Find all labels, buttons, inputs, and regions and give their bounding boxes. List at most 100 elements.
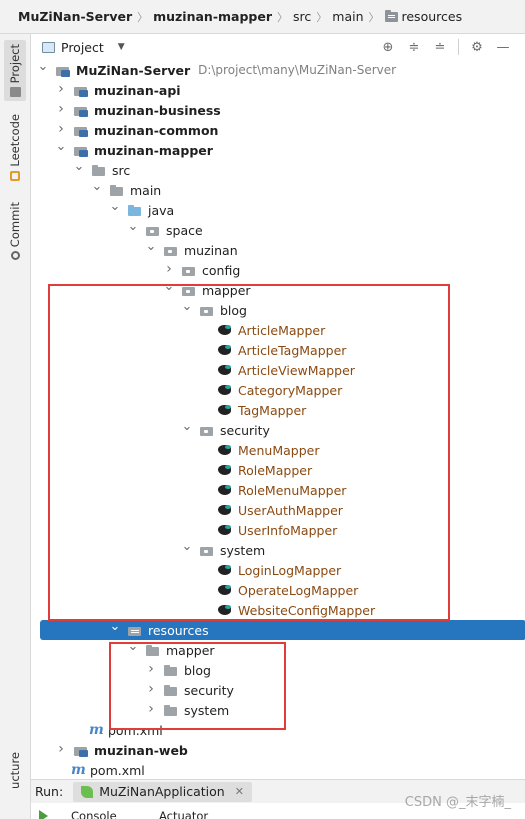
tree-node-space[interactable]: space xyxy=(31,220,525,240)
tree-node-label: blog xyxy=(184,662,211,678)
chevron-right-icon[interactable] xyxy=(55,122,67,138)
expand-all-icon[interactable]: ≑ xyxy=(406,39,422,55)
breadcrumb-item-src[interactable]: src xyxy=(293,9,311,24)
tree-node-api[interactable]: muzinan-api xyxy=(31,80,525,100)
resources-folder-icon xyxy=(384,9,398,22)
tab-actuator[interactable]: Actuator xyxy=(159,809,208,819)
tree-node-label: OperateLogMapper xyxy=(238,582,359,598)
tree-file-pom[interactable]: m pom.xml xyxy=(31,720,525,740)
chevron-down-icon[interactable] xyxy=(181,543,193,558)
tree-file-mapper[interactable]: ArticleTagMapper xyxy=(31,340,525,360)
chevron-down-icon[interactable] xyxy=(37,63,49,78)
tree-node-web[interactable]: muzinan-web xyxy=(31,740,525,760)
tree-node-system[interactable]: system xyxy=(31,540,525,560)
breadcrumb-item-project[interactable]: MuZiNan-Server xyxy=(18,9,132,24)
chevron-down-icon[interactable] xyxy=(181,423,193,438)
tree-file-mapper[interactable]: LoginLogMapper xyxy=(31,560,525,580)
tree-node-security[interactable]: security xyxy=(31,420,525,440)
chevron-right-icon[interactable] xyxy=(163,262,175,278)
tree-file-mapper[interactable]: UserAuthMapper xyxy=(31,500,525,520)
chevron-right-icon[interactable] xyxy=(145,662,157,678)
chevron-right-icon[interactable] xyxy=(55,102,67,118)
tree-file-mapper[interactable]: ArticleViewMapper xyxy=(31,360,525,380)
chevron-down-icon[interactable] xyxy=(73,163,85,178)
tool-tab-commit[interactable]: Commit xyxy=(4,202,26,261)
tree-node-label: main xyxy=(130,182,162,198)
module-icon xyxy=(73,84,89,97)
tree-node-label: space xyxy=(166,222,203,238)
package-icon xyxy=(199,304,215,316)
tree-file-mapper[interactable]: OperateLogMapper xyxy=(31,580,525,600)
chevron-down-icon[interactable] xyxy=(145,243,157,258)
mybatis-mapper-icon xyxy=(217,483,233,497)
chevron-down-icon[interactable] xyxy=(55,143,67,158)
collapse-all-icon[interactable]: ≐ xyxy=(432,39,448,55)
tool-tab-leetcode[interactable]: Leetcode xyxy=(4,114,26,181)
tree-node-res-blog[interactable]: blog xyxy=(31,660,525,680)
tree-node-blog[interactable]: blog xyxy=(31,300,525,320)
breadcrumb: MuZiNan-Server 〉 muzinan-mapper 〉 src 〉 … xyxy=(0,0,525,34)
watermark: CSDN @_末字楠_ xyxy=(404,795,511,810)
tree-file-mapper[interactable]: MenuMapper xyxy=(31,440,525,460)
tree-node-muzinan[interactable]: muzinan xyxy=(31,240,525,260)
target-icon[interactable]: ⊕ xyxy=(380,39,396,55)
chevron-right-icon[interactable] xyxy=(55,742,67,758)
tree-node-label: TagMapper xyxy=(238,402,307,418)
tree-file-mapper[interactable]: CategoryMapper xyxy=(31,380,525,400)
package-icon xyxy=(181,264,197,276)
breadcrumb-item-main[interactable]: main xyxy=(332,9,363,24)
commit-icon xyxy=(10,251,20,261)
chevron-down-icon[interactable] xyxy=(91,183,103,198)
chevron-right-icon[interactable] xyxy=(145,702,157,718)
breadcrumb-item-module[interactable]: muzinan-mapper xyxy=(153,9,272,24)
minimize-icon[interactable]: — xyxy=(495,39,511,55)
chevron-down-icon[interactable] xyxy=(109,203,121,218)
tab-console[interactable]: Console xyxy=(71,809,117,819)
tree-file-root-pom[interactable]: m pom.xml xyxy=(31,760,525,780)
tree-file-mapper[interactable]: TagMapper xyxy=(31,400,525,420)
tree-node-label: UserInfoMapper xyxy=(238,522,338,538)
chevron-down-icon[interactable] xyxy=(127,643,139,658)
tree-file-mapper[interactable]: UserInfoMapper xyxy=(31,520,525,540)
tree-node-src[interactable]: src xyxy=(31,160,525,180)
toolbar-divider xyxy=(458,39,459,55)
chevron-down-icon[interactable] xyxy=(163,283,175,298)
tree-node-res-security[interactable]: security xyxy=(31,680,525,700)
tree-node-res-system[interactable]: system xyxy=(31,700,525,720)
tree-node-main[interactable]: main xyxy=(31,180,525,200)
tool-tab-project[interactable]: Project xyxy=(4,40,26,102)
project-panel-header: Project ▼ ⊕ ≑ ≐ ⚙ — xyxy=(31,34,525,60)
tree-file-mapper[interactable]: WebsiteConfigMapper xyxy=(31,600,525,620)
tree-node-root[interactable]: MuZiNan-Server D:\project\many\MuZiNan-S… xyxy=(31,60,525,80)
project-view-icon xyxy=(42,41,55,53)
chevron-right-icon[interactable] xyxy=(55,82,67,98)
play-icon[interactable] xyxy=(39,810,48,819)
chevron-down-icon[interactable] xyxy=(109,623,121,638)
tree-node-java[interactable]: java xyxy=(31,200,525,220)
tree-node-resources[interactable]: resources xyxy=(40,620,525,640)
tree-file-mapper[interactable]: ArticleMapper xyxy=(31,320,525,340)
gear-icon[interactable]: ⚙ xyxy=(469,39,485,55)
chevron-down-icon[interactable] xyxy=(127,223,139,238)
tree-node-common[interactable]: muzinan-common xyxy=(31,120,525,140)
module-icon xyxy=(73,104,89,117)
tree-node-label: muzinan-business xyxy=(94,102,221,118)
folder-icon xyxy=(145,644,161,656)
tree-node-business[interactable]: muzinan-business xyxy=(31,100,525,120)
chevron-down-icon[interactable] xyxy=(181,303,193,318)
project-view-selector[interactable]: Project xyxy=(61,40,104,55)
tree-file-mapper[interactable]: RoleMenuMapper xyxy=(31,480,525,500)
project-tree: MuZiNan-Server D:\project\many\MuZiNan-S… xyxy=(31,60,525,780)
tree-node-mapper-package[interactable]: mapper xyxy=(31,280,525,300)
breadcrumb-item-resources[interactable]: resources xyxy=(402,9,463,24)
tool-tab-structure[interactable]: ucture xyxy=(4,752,26,789)
chevron-down-icon[interactable]: ▼ xyxy=(118,42,125,52)
tree-file-mapper[interactable]: RoleMapper xyxy=(31,460,525,480)
tree-node-mapper-module[interactable]: muzinan-mapper xyxy=(31,140,525,160)
tree-node-config[interactable]: config xyxy=(31,260,525,280)
tree-node-label: CategoryMapper xyxy=(238,382,343,398)
run-config-tab[interactable]: MuZiNanApplication ✕ xyxy=(73,781,252,802)
tree-node-res-mapper[interactable]: mapper xyxy=(31,640,525,660)
close-icon[interactable]: ✕ xyxy=(235,785,244,798)
chevron-right-icon[interactable] xyxy=(145,682,157,698)
